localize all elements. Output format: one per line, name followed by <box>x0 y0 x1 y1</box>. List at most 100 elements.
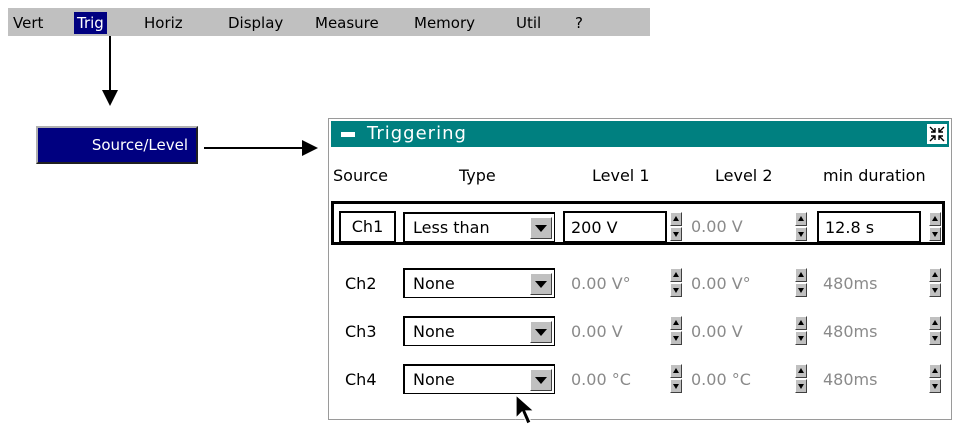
menu-memory-label: Memory <box>414 14 476 32</box>
connector-line-vertical <box>109 36 111 92</box>
level2-value-ch1: 0.00 V <box>691 217 743 236</box>
min-duration-value-ch2: 480ms <box>823 274 878 293</box>
spin-down-icon[interactable] <box>795 379 807 393</box>
minimize-icon[interactable] <box>341 132 355 137</box>
level1-value-ch2: 0.00 V° <box>571 274 631 293</box>
channel-label-ch4: Ch4 <box>345 370 377 389</box>
min-duration-value-ch1: 12.8 s <box>825 218 875 237</box>
level2-value-ch4: 0.00 °C <box>691 370 751 389</box>
spin-down-icon[interactable] <box>929 227 941 241</box>
spin-up-icon[interactable] <box>670 364 682 378</box>
level1-spinner-ch1[interactable] <box>670 212 682 242</box>
mouse-pointer-icon <box>515 394 536 425</box>
type-dropdown-ch2[interactable]: None <box>403 268 555 298</box>
menu-horiz-label: Horiz <box>144 14 183 32</box>
level1-value-ch3: 0.00 V <box>571 322 623 341</box>
min-duration-value-ch3: 480ms <box>823 322 878 341</box>
spin-up-icon[interactable] <box>795 316 807 330</box>
level1-value-ch1: 200 V <box>571 218 618 237</box>
spin-down-icon[interactable] <box>795 331 807 345</box>
spin-up-icon[interactable] <box>929 364 941 378</box>
column-header-source: Source <box>333 166 388 185</box>
spin-up-icon[interactable] <box>670 212 682 226</box>
menu-help[interactable]: ? <box>572 12 586 34</box>
level2-spinner-ch3[interactable] <box>795 316 807 346</box>
chevron-down-icon[interactable] <box>530 321 552 343</box>
column-header-min-duration: min duration <box>823 166 926 185</box>
triggering-dialog: Triggering Source Type Level 1 Level 2 m… <box>328 118 952 420</box>
column-header-type: Type <box>459 166 496 185</box>
min-duration-spinner-ch4[interactable] <box>929 364 941 394</box>
spin-up-icon[interactable] <box>670 268 682 282</box>
min-duration-spinner-ch3[interactable] <box>929 316 941 346</box>
channel-label-ch1[interactable]: Ch1 <box>339 211 396 243</box>
type-dropdown-ch1[interactable]: Less than <box>403 212 555 242</box>
spin-up-icon[interactable] <box>795 212 807 226</box>
spin-up-icon[interactable] <box>929 268 941 282</box>
level1-spinner-ch2[interactable] <box>670 268 682 298</box>
channel-label-ch3: Ch3 <box>345 322 377 341</box>
level1-spinner-ch3[interactable] <box>670 316 682 346</box>
menu-measure[interactable]: Measure <box>312 12 382 34</box>
source-level-label: Source/Level <box>91 136 188 154</box>
spin-up-icon[interactable] <box>795 364 807 378</box>
chevron-down-icon[interactable] <box>530 273 552 295</box>
min-duration-spinner-ch2[interactable] <box>929 268 941 298</box>
spin-down-icon[interactable] <box>929 283 941 297</box>
menu-bar: Vert Trig Horiz Display Measure Memory U… <box>8 8 650 36</box>
spin-down-icon[interactable] <box>670 331 682 345</box>
type-value-ch4: None <box>413 370 455 389</box>
spin-down-icon[interactable] <box>670 379 682 393</box>
spin-up-icon[interactable] <box>795 268 807 282</box>
column-header-level2: Level 2 <box>715 166 773 185</box>
collapse-icon[interactable] <box>927 124 947 144</box>
level2-spinner-ch1[interactable] <box>795 212 807 242</box>
menu-display[interactable]: Display <box>225 12 286 34</box>
dialog-title-bar: Triggering <box>331 121 949 147</box>
chevron-down-icon[interactable] <box>530 369 552 391</box>
min-duration-spinner-ch1[interactable] <box>929 212 941 242</box>
spin-down-icon[interactable] <box>795 283 807 297</box>
menu-trig[interactable]: Trig <box>74 12 107 34</box>
arrow-down-icon <box>102 90 118 106</box>
spin-down-icon[interactable] <box>670 283 682 297</box>
level2-value-ch3: 0.00 V <box>691 322 743 341</box>
level2-value-ch2: 0.00 V° <box>691 274 751 293</box>
menu-horiz[interactable]: Horiz <box>141 12 186 34</box>
connector-line-horizontal <box>204 147 304 149</box>
menu-trig-label: Trig <box>77 14 104 32</box>
menu-vert[interactable]: Vert <box>10 12 46 34</box>
channel-label-ch2: Ch2 <box>345 274 377 293</box>
spin-up-icon[interactable] <box>670 316 682 330</box>
menu-memory[interactable]: Memory <box>411 12 478 34</box>
spin-down-icon[interactable] <box>795 227 807 241</box>
chevron-down-icon[interactable] <box>530 217 552 239</box>
level2-spinner-ch4[interactable] <box>795 364 807 394</box>
spin-down-icon[interactable] <box>929 331 941 345</box>
spin-up-icon[interactable] <box>929 316 941 330</box>
menu-vert-label: Vert <box>13 14 44 32</box>
menu-display-label: Display <box>228 14 284 32</box>
column-header-level1: Level 1 <box>592 166 650 185</box>
type-value-ch3: None <box>413 322 455 341</box>
level2-spinner-ch2[interactable] <box>795 268 807 298</box>
type-value-ch2: None <box>413 274 455 293</box>
menu-util-label: Util <box>516 14 542 32</box>
menu-help-label: ? <box>575 14 583 32</box>
min-duration-field-ch1[interactable]: 12.8 s <box>817 211 921 243</box>
menu-measure-label: Measure <box>315 14 379 32</box>
dialog-title: Triggering <box>367 123 467 144</box>
spin-down-icon[interactable] <box>929 379 941 393</box>
arrow-right-icon <box>302 140 318 156</box>
menu-util[interactable]: Util <box>513 12 544 34</box>
type-dropdown-ch4[interactable]: None <box>403 364 555 394</box>
type-dropdown-ch3[interactable]: None <box>403 316 555 346</box>
spin-up-icon[interactable] <box>929 212 941 226</box>
level1-field-ch1[interactable]: 200 V <box>563 211 667 243</box>
min-duration-value-ch4: 480ms <box>823 370 878 389</box>
level1-spinner-ch4[interactable] <box>670 364 682 394</box>
spin-down-icon[interactable] <box>670 227 682 241</box>
type-value-ch1: Less than <box>413 218 490 237</box>
source-level-menu-item[interactable]: Source/Level <box>36 126 198 164</box>
level1-value-ch4: 0.00 °C <box>571 370 631 389</box>
